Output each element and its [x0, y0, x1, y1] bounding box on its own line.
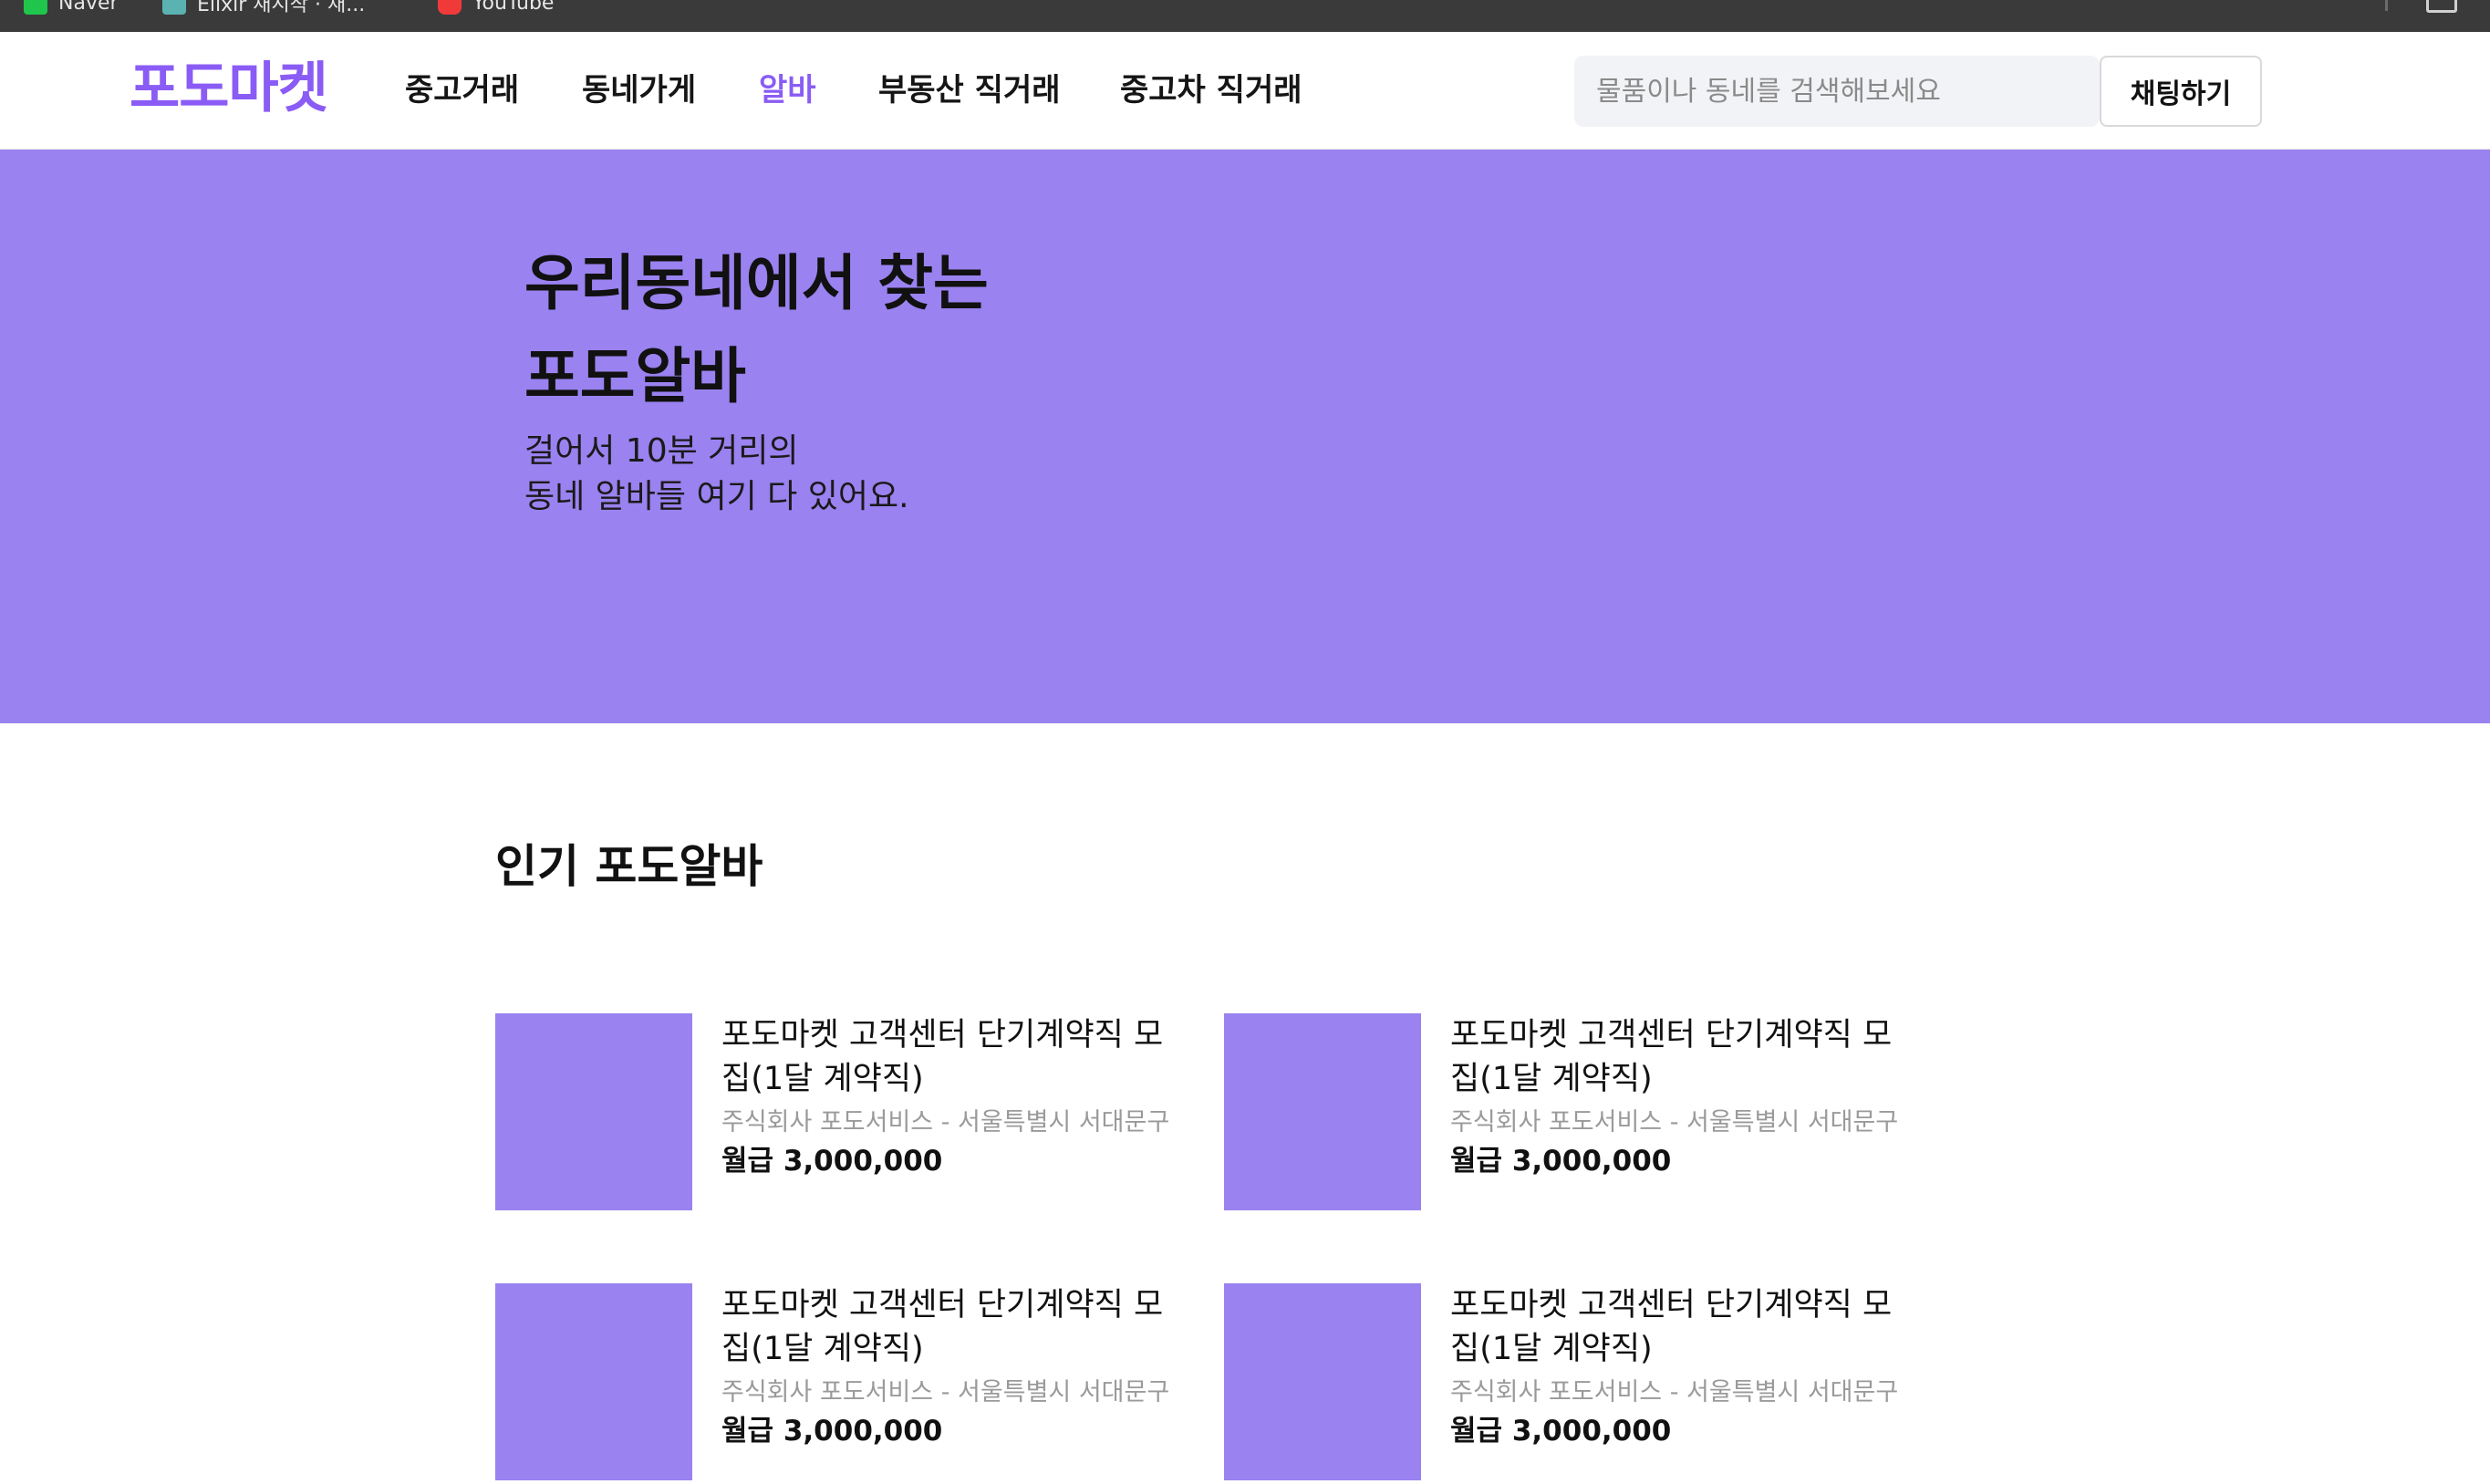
hero-banner: 우리동네에서 찾는 포도알바 걸어서 10분 거리의 동네 알바들 여기 다 있…	[0, 150, 2490, 723]
nav-item-real-estate[interactable]: 부동산 직거래	[878, 65, 1061, 116]
nav-item-local-stores[interactable]: 동네가게	[582, 65, 696, 116]
browser-bookmarks-bar: Naver Elixir 재시작 · 재... YouTube	[0, 0, 2490, 32]
bookmark-label: Naver	[58, 0, 119, 15]
job-salary: 월급 3,000,000	[1450, 1145, 1672, 1178]
hero-title-line: 포도알바	[524, 341, 746, 411]
nav-item-part-time-jobs[interactable]: 알바	[759, 65, 816, 116]
job-thumbnail[interactable]	[1224, 1013, 1421, 1210]
job-salary: 월급 3,000,000	[1450, 1415, 1672, 1448]
bookmark-elixir[interactable]: Elixir 재시작 · 재...	[162, 0, 365, 18]
bookmark-favicon-icon	[162, 0, 186, 15]
section-title-popular-jobs: 인기 포도알바	[495, 840, 763, 893]
job-thumbnail[interactable]	[495, 1013, 692, 1210]
job-company-location: 주식회사 포도서비스 - 서울특별시 서대문구	[1450, 1378, 1899, 1406]
hero-title-line: 우리동네에서 찾는	[524, 248, 989, 318]
job-title[interactable]: 포도마켓 고객센터 단기계약직 모집(1달 계약직)	[721, 1013, 1178, 1101]
job-company-location: 주식회사 포도서비스 - 서울특별시 서대문구	[721, 1108, 1170, 1136]
job-thumbnail[interactable]	[1224, 1283, 1421, 1480]
hero-subtitle-line: 걸어서 10분 거리의	[524, 432, 799, 470]
bookmark-naver[interactable]: Naver	[24, 0, 119, 18]
hero-subtitle: 걸어서 10분 거리의 동네 알바들 여기 다 있어요.	[524, 429, 909, 520]
job-title[interactable]: 포도마켓 고객센터 단기계약직 모집(1달 계약직)	[1450, 1013, 1906, 1101]
job-company-location: 주식회사 포도서비스 - 서울특별시 서대문구	[1450, 1108, 1899, 1136]
youtube-favicon-icon	[438, 0, 462, 15]
job-company-location: 주식회사 포도서비스 - 서울특별시 서대문구	[721, 1378, 1170, 1406]
bookmark-youtube[interactable]: YouTube	[438, 0, 554, 18]
job-card[interactable]: 포도마켓 고객센터 단기계약직 모집(1달 계약직) 주식회사 포도서비스 - …	[1224, 1283, 1917, 1484]
hero-title: 우리동네에서 찾는 포도알바	[524, 237, 989, 423]
job-title[interactable]: 포도마켓 고객센터 단기계약직 모집(1달 계약직)	[721, 1283, 1178, 1371]
logo[interactable]: 포도마켓	[130, 52, 328, 125]
hero-subtitle-line: 동네 알바들 여기 다 있어요.	[524, 478, 909, 515]
nav-item-used-trade[interactable]: 중고거래	[405, 65, 519, 116]
window-icon[interactable]	[2426, 0, 2457, 13]
job-salary: 월급 3,000,000	[721, 1145, 943, 1178]
job-thumbnail[interactable]	[495, 1283, 692, 1480]
chat-button[interactable]: 채팅하기	[2100, 56, 2262, 127]
job-salary: 월급 3,000,000	[721, 1415, 943, 1448]
job-title[interactable]: 포도마켓 고객센터 단기계약직 모집(1달 계약직)	[1450, 1283, 1906, 1371]
job-card[interactable]: 포도마켓 고객센터 단기계약직 모집(1달 계약직) 주식회사 포도서비스 - …	[495, 1283, 1188, 1484]
job-card[interactable]: 포도마켓 고객센터 단기계약직 모집(1달 계약직) 주식회사 포도서비스 - …	[1224, 1013, 1917, 1214]
nav-item-used-cars[interactable]: 중고차 직거래	[1120, 65, 1302, 116]
search-input[interactable]	[1574, 56, 2100, 127]
job-card[interactable]: 포도마켓 고객센터 단기계약직 모집(1달 계약직) 주식회사 포도서비스 - …	[495, 1013, 1188, 1214]
bookmark-label: Elixir 재시작 · 재...	[197, 0, 366, 16]
site-header: 포도마켓 중고거래 동네가게 알바 부동산 직거래 중고차 직거래 채팅하기	[0, 32, 2490, 150]
bookmark-label: YouTube	[472, 0, 555, 15]
bookmarks-divider	[2385, 0, 2388, 11]
naver-favicon-icon	[24, 0, 47, 15]
